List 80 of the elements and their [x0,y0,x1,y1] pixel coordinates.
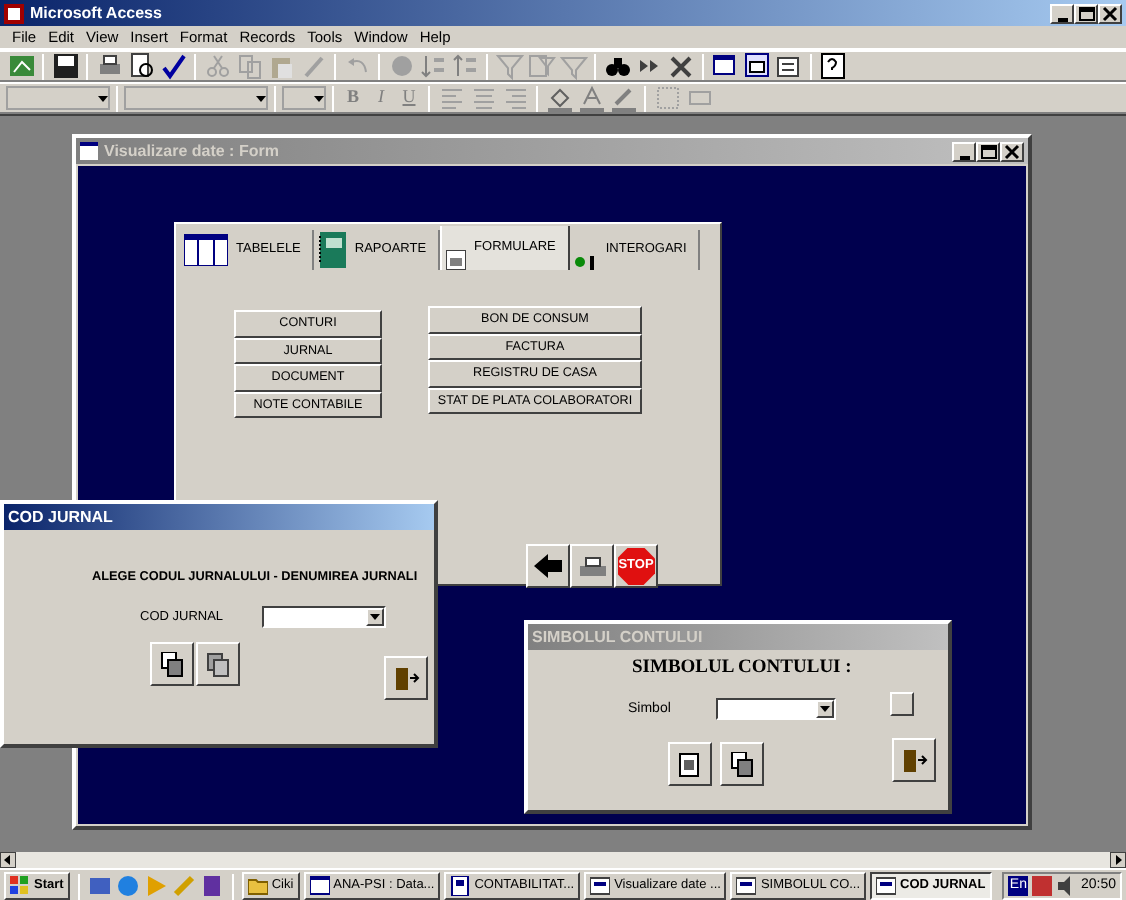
exit-button[interactable] [892,738,936,782]
exit-door-icon [901,747,927,773]
window-title: Visualizare date : Form [104,139,279,163]
exit-button[interactable] [384,656,428,700]
copy-button[interactable] [196,642,240,686]
form-icon [677,751,703,777]
table-icon [184,234,228,266]
design-view-icon[interactable] [7,52,35,80]
caret-icon [256,95,266,101]
window-title: SIMBOLUL CONTULUI [532,625,703,649]
line-color-icon[interactable] [609,84,637,112]
new-form-icon [159,651,185,677]
scroll-right-icon[interactable] [1110,852,1126,868]
delete-record-icon[interactable] [667,52,695,80]
dropdown-field[interactable] [6,86,110,110]
globe-icon[interactable] [115,874,140,898]
dropdown-field[interactable] [282,86,326,110]
new-object-icon[interactable] [743,52,771,80]
form-icon [876,876,897,896]
maximize-button[interactable] [976,141,1000,161]
exit-door-icon [393,665,419,691]
maximize-icon [978,143,998,159]
caret-icon [314,95,324,101]
binoculars-icon[interactable] [603,52,631,80]
caret-icon [820,706,830,712]
form-icon [446,250,467,270]
sort-ascending-icon[interactable] [419,52,447,80]
save-icon[interactable] [51,52,79,80]
printer-icon[interactable] [95,52,123,80]
caret-icon [98,95,108,101]
new-button[interactable] [720,742,764,786]
form-button[interactable] [668,742,712,786]
dialog-heading: SIMBOLUL CONTULUI : [632,656,852,682]
arrow-left-icon [534,554,562,578]
windows-logo-icon [10,876,30,896]
maximize-button[interactable] [1074,3,1098,23]
dropdown-field[interactable] [716,698,836,720]
close-button[interactable] [1000,141,1024,161]
form-icon [590,876,611,896]
book-icon[interactable] [199,874,224,898]
help-icon[interactable] [819,52,847,80]
code-icon[interactable] [775,52,803,80]
window-title: Microsoft Access [30,1,162,25]
preview-icon[interactable] [127,52,155,80]
fill-color-icon[interactable] [545,84,573,112]
desktop-icon[interactable] [87,874,112,898]
form-icon [736,876,757,896]
print-button[interactable] [570,544,614,588]
minimize-button[interactable] [1050,3,1074,23]
dropdown-field[interactable] [262,606,386,628]
minimize-icon [959,155,969,159]
font-color-icon[interactable] [577,84,605,112]
horizontal-scrollbar[interactable] [0,852,1126,868]
close-icon [1100,5,1120,21]
caret-icon [370,614,380,620]
blank-button[interactable] [890,692,914,716]
spelling-check-icon[interactable] [159,52,187,80]
app-icon [4,3,24,23]
dropdown-field[interactable] [124,86,268,110]
back-button[interactable] [526,544,570,588]
new-button[interactable] [150,642,194,686]
maximize-icon [1076,5,1096,21]
database-window-icon[interactable] [711,52,739,80]
notebook-icon [318,232,347,268]
printer-icon [579,555,605,577]
document-icon [450,876,471,896]
folder-icon [247,876,268,896]
close-icon [1002,143,1022,159]
minimize-button[interactable] [952,141,976,161]
new-form-icon [729,751,755,777]
query-icon [573,254,598,270]
copy-icon [205,651,231,677]
close-button[interactable] [1098,3,1122,23]
form-icon [80,142,98,160]
scroll-left-icon[interactable] [0,852,16,868]
sort-descending-icon[interactable] [451,52,479,80]
minimize-icon [1057,17,1067,21]
tray-app-icon[interactable] [1032,876,1053,896]
database-icon [309,876,330,896]
window-title: COD JURNAL [8,505,113,529]
